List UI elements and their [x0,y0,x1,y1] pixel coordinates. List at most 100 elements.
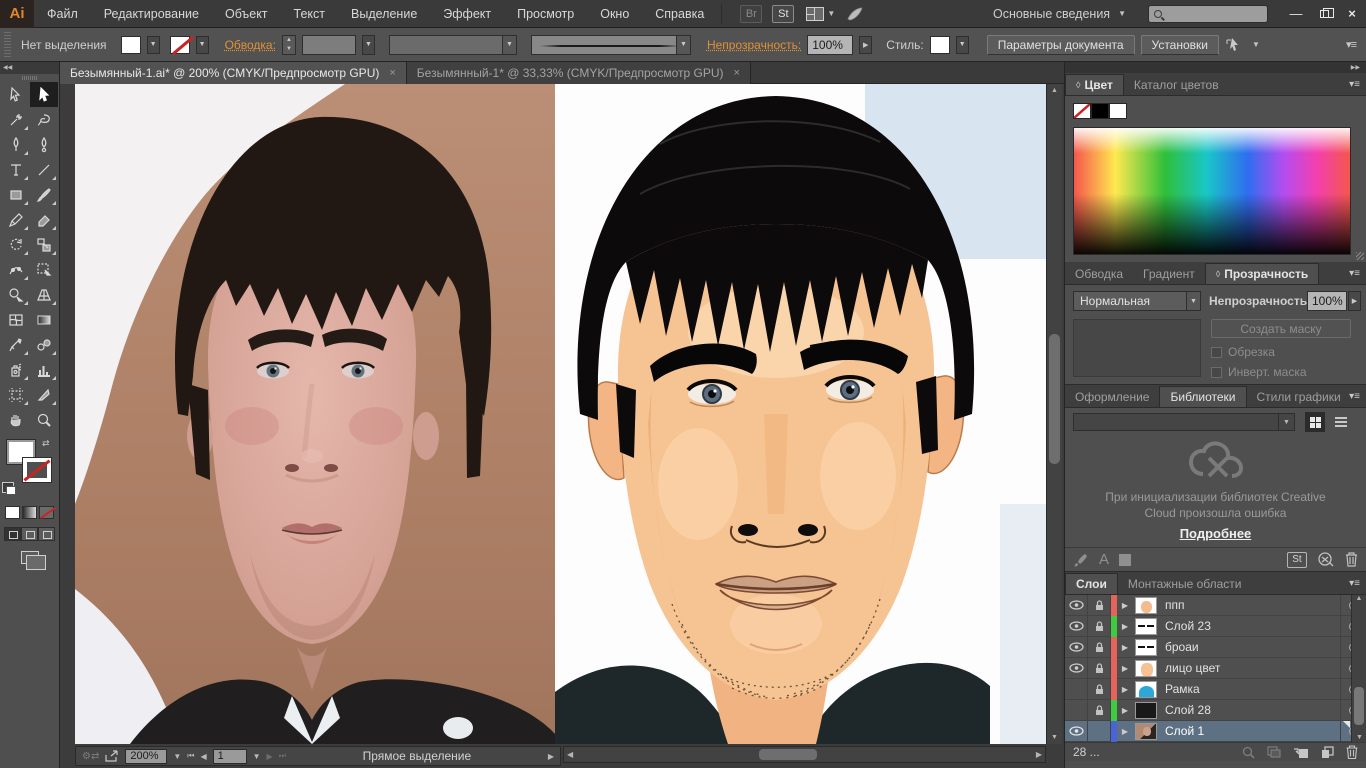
scroll-up-icon[interactable]: ▲ [1356,595,1363,602]
document-setup-button[interactable]: Параметры документа [987,35,1135,55]
zoom-tool[interactable] [30,407,58,432]
stroke-dropdown[interactable]: ▼ [196,36,209,54]
style-dropdown[interactable]: ▼ [956,36,969,54]
lock-toggle[interactable] [1088,637,1111,658]
layer-thumbnail[interactable] [1135,639,1157,656]
layer-name[interactable]: Рамка [1157,682,1340,696]
layer-row[interactable]: ▶ Слой 28 [1065,700,1366,721]
menu-edit[interactable]: Редактирование [91,0,212,27]
first-artboard-icon[interactable]: ⏮ [187,751,194,761]
pencil-tool[interactable] [2,207,30,232]
layer-name[interactable]: Слой 1 [1157,724,1340,738]
restore-button[interactable] [1310,0,1338,28]
width-profile-dropdown[interactable]: ▼ [389,35,517,55]
tab-gradient[interactable]: Градиент [1133,263,1205,284]
eraser-tool[interactable] [30,207,58,232]
layer-thumbnail[interactable] [1135,681,1157,698]
opacity-field[interactable]: 100% [807,35,853,55]
screen-mode-button[interactable] [21,551,39,564]
zoom-level-field[interactable]: 200% [125,749,167,764]
vector-artwork[interactable] [555,84,1046,744]
mesh-tool[interactable] [2,307,30,332]
expand-arrow-icon[interactable]: ▶ [1117,622,1133,631]
magic-wand-tool[interactable] [2,107,30,132]
tools-grip[interactable] [0,74,59,82]
scrollbar-thumb[interactable] [759,749,817,760]
menu-file[interactable]: Файл [34,0,91,27]
perspective-grid-tool[interactable] [30,282,58,307]
add-brush-icon[interactable] [1073,553,1089,567]
bridge-button[interactable]: Br [740,5,762,23]
color-button[interactable] [5,506,20,519]
type-tool[interactable] [2,157,30,182]
library-select[interactable]: ▼ [1073,413,1295,431]
swatch-white[interactable] [1109,103,1127,119]
document-tab-active[interactable]: Безымянный-1.ai* @ 200% (CMYK/Предпросмо… [60,62,407,84]
paintbrush-tool[interactable] [30,182,58,207]
menu-effect[interactable]: Эффект [430,0,504,27]
visibility-toggle[interactable] [1065,679,1088,700]
layer-row[interactable]: ▶ Слой 23 [1065,616,1366,637]
close-tab-icon[interactable]: × [389,67,395,79]
draw-normal-button[interactable] [4,527,21,541]
grid-view-button[interactable] [1305,412,1325,432]
draw-behind-button[interactable] [21,527,38,541]
tab-appearance[interactable]: Оформление [1065,386,1159,407]
symbol-sprayer-tool[interactable] [2,357,30,382]
chevron-down-icon[interactable]: ▼ [827,9,835,18]
layer-name[interactable]: Слой 23 [1157,619,1340,633]
visibility-toggle[interactable] [1065,637,1088,658]
collapse-tools-icon[interactable]: ◀◀ [0,62,59,74]
panel-grip[interactable] [4,32,11,58]
close-tab-icon[interactable]: × [733,67,739,79]
layer-thumbnail[interactable] [1135,660,1157,677]
tab-artboards[interactable]: Монтажные области [1118,573,1252,594]
layer-row[interactable]: ▶ Рамка [1065,679,1366,700]
selection-tool[interactable] [2,82,30,107]
photo-artwork[interactable] [75,84,555,744]
panel-menu-icon[interactable]: ▾≡ [1346,38,1356,51]
lock-toggle[interactable] [1088,595,1111,616]
vertical-scrollbar[interactable]: ▲ ▼ [1046,84,1062,744]
scroll-right-icon[interactable]: ▶ [1036,750,1042,759]
lock-toggle[interactable] [1088,658,1111,679]
scroll-down-icon[interactable]: ▼ [1051,734,1058,741]
eyedropper-tool[interactable] [2,332,30,357]
expand-arrow-icon[interactable]: ▶ [1117,685,1133,694]
tab-color[interactable]: ◊Цвет [1065,74,1124,95]
expand-arrow-icon[interactable]: ▶ [1117,643,1133,652]
export-icon[interactable] [105,750,119,762]
opacity-link[interactable]: Непрозрачность: [707,38,801,52]
hand-tool[interactable] [2,407,30,432]
layer-row[interactable]: ▶ ппп [1065,595,1366,616]
rectangle-tool[interactable] [2,182,30,207]
clip-checkbox[interactable] [1211,347,1222,358]
scroll-up-icon[interactable]: ▲ [1051,87,1058,94]
panel-menu-icon[interactable]: ▾≡ [1349,268,1360,279]
horizontal-scrollbar[interactable]: ◀ ▶ [563,746,1046,763]
make-mask-button[interactable]: Создать маску [1211,319,1351,338]
opacity-dropdown[interactable]: ▶ [859,36,872,54]
chevron-down-icon[interactable]: ▼ [173,752,181,761]
chevron-down-icon[interactable]: ▼ [253,752,261,761]
chevron-down-icon[interactable]: ▼ [1252,40,1260,49]
menu-window[interactable]: Окно [587,0,642,27]
line-segment-tool[interactable] [30,157,58,182]
canvas-artwork[interactable] [60,84,1046,744]
tab-graphic-styles[interactable]: Стили графики [1247,386,1351,407]
default-fill-stroke-icon[interactable] [2,482,14,493]
pen-tool[interactable] [2,132,30,157]
stroke-weight-dropdown[interactable]: ▼ [362,35,375,55]
opacity-arrow[interactable]: ▶ [1348,291,1361,311]
visibility-toggle[interactable] [1065,595,1088,616]
menu-object[interactable]: Объект [212,0,281,27]
invert-mask-checkbox[interactable] [1211,367,1222,378]
layer-thumbnail[interactable] [1135,702,1157,719]
new-sublayer-icon[interactable] [1293,746,1309,759]
stroke-weight-stepper[interactable]: ▲▼ [282,35,296,55]
new-layer-icon[interactable] [1321,746,1334,759]
select-similar-icon[interactable] [1225,37,1243,53]
menu-help[interactable]: Справка [642,0,717,27]
last-artboard-icon[interactable]: ⏭ [279,751,286,761]
scale-tool[interactable] [30,232,58,257]
